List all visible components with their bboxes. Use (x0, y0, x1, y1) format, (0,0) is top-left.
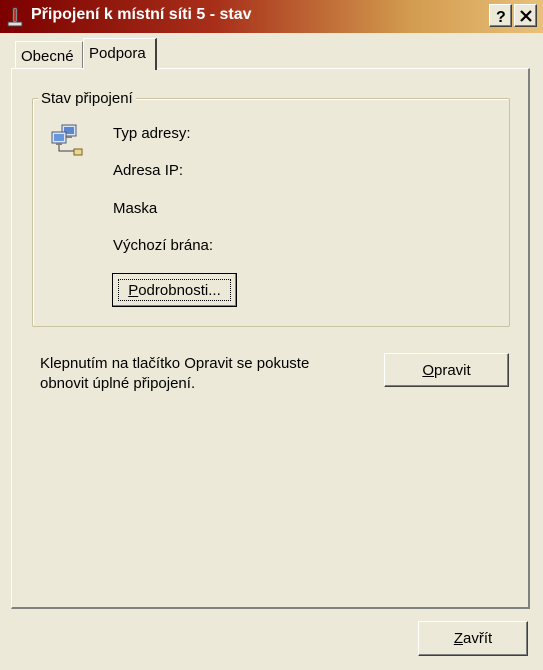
close-label: avřít (462, 630, 493, 647)
details-accesskey: P (128, 282, 139, 299)
svg-text:?: ? (496, 9, 506, 24)
close-button[interactable]: Zavřít (418, 621, 528, 656)
tab-general[interactable]: Obecné (15, 41, 83, 69)
connection-status-group (32, 98, 510, 327)
address-type-label: Typ adresy: (113, 125, 191, 142)
repair-accesskey: O (422, 362, 434, 379)
repair-label: pravit (433, 362, 471, 379)
details-label: odrobnosti... (138, 282, 221, 299)
close-accesskey: Z (453, 630, 463, 647)
close-window-button[interactable] (514, 4, 537, 27)
ip-address-label: Adresa IP: (113, 162, 184, 179)
help-icon: ? (496, 9, 506, 24)
title-bar[interactable]: Připojení k místní síti 5 - stav ? (0, 0, 543, 33)
network-connection-icon (7, 7, 23, 27)
close-icon (520, 10, 532, 22)
default-gateway-label: Výchozí brána: (113, 237, 214, 254)
network-computers-icon (51, 124, 83, 156)
details-button[interactable]: Podrobnosti... (112, 273, 237, 307)
tab-support-label: Podpora (89, 45, 146, 62)
window-title: Připojení k místní síti 5 - stav (31, 6, 252, 23)
subnet-mask-label: Maska (113, 200, 158, 217)
tab-general-label: Obecné (21, 48, 74, 65)
repair-button[interactable]: Opravit (384, 353, 509, 387)
repair-hint-text: Klepnutím na tlačítko Opravit se pokuste… (40, 355, 310, 392)
help-button[interactable]: ? (489, 4, 512, 27)
tab-support[interactable]: Podpora (83, 38, 157, 70)
connection-status-title: Stav připojení (38, 90, 136, 107)
